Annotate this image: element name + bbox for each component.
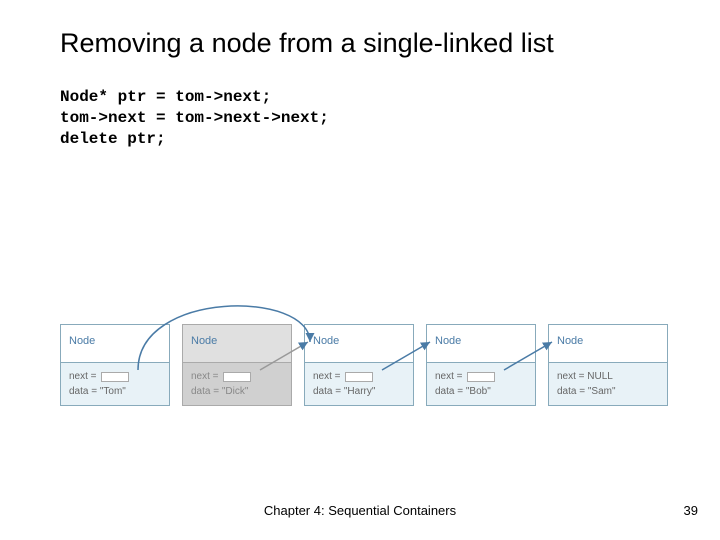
node-next: next =	[191, 369, 219, 384]
node-next: next = NULL	[557, 369, 659, 384]
pointer-slot	[101, 372, 129, 382]
footer-page-number: 39	[684, 503, 698, 518]
node-bob: Node next = data = "Bob"	[426, 324, 536, 406]
node-next: next =	[435, 369, 463, 384]
node-data: data = "Tom"	[69, 384, 161, 399]
node-next: next =	[313, 369, 341, 384]
node-label: Node	[305, 325, 413, 363]
node-data: data = "Dick"	[191, 384, 283, 399]
node-label: Node	[183, 325, 291, 363]
pointer-slot	[345, 372, 373, 382]
node-dick-deleted: Node next = data = "Dick"	[182, 324, 292, 406]
linked-list-diagram: Node next = data = "Tom" Node next = dat…	[60, 270, 680, 440]
node-data: data = "Bob"	[435, 384, 527, 399]
node-harry: Node next = data = "Harry"	[304, 324, 414, 406]
node-label: Node	[427, 325, 535, 363]
footer-chapter: Chapter 4: Sequential Containers	[0, 503, 720, 518]
node-sam: Node next = NULL data = "Sam"	[548, 324, 668, 406]
node-label: Node	[549, 325, 667, 363]
node-data: data = "Sam"	[557, 384, 659, 399]
node-data: data = "Harry"	[313, 384, 405, 399]
pointer-slot	[467, 372, 495, 382]
pointer-slot	[223, 372, 251, 382]
node-next: next =	[69, 369, 97, 384]
node-tom: Node next = data = "Tom"	[60, 324, 170, 406]
node-label: Node	[61, 325, 169, 363]
code-snippet: Node* ptr = tom->next; tom->next = tom->…	[0, 59, 720, 149]
page-title: Removing a node from a single-linked lis…	[0, 0, 720, 59]
